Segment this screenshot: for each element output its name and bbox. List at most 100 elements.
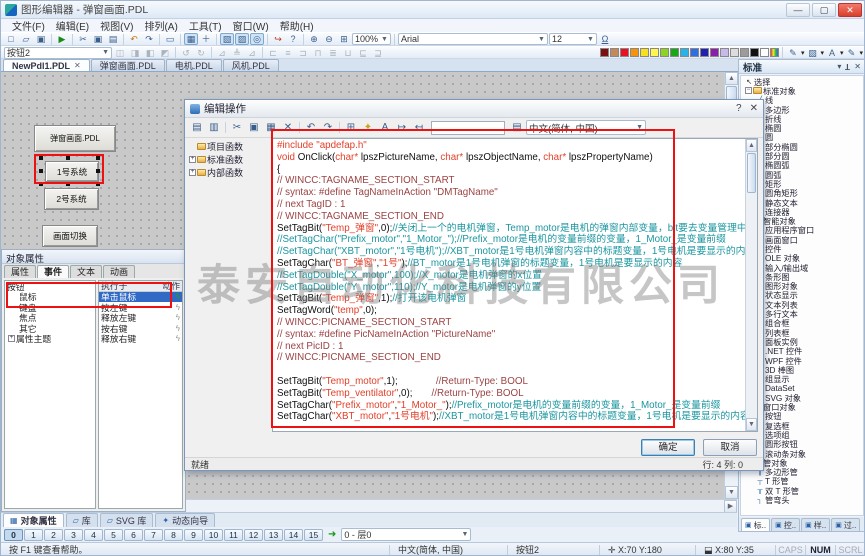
menu-item[interactable]: 窗口(W) bbox=[228, 18, 274, 33]
color-swatch[interactable] bbox=[600, 48, 609, 57]
color-swatch[interactable] bbox=[620, 48, 629, 57]
dialog-title-bar[interactable]: 编辑操作 ? ✕ bbox=[185, 100, 763, 118]
selection-handle[interactable] bbox=[39, 169, 43, 173]
palette-tab[interactable]: ▣样.. bbox=[801, 518, 830, 531]
scroll-down-icon[interactable]: ▼ bbox=[746, 418, 757, 431]
same-width-icon[interactable]: ⊑ bbox=[356, 47, 370, 59]
palette-item-管弯头[interactable]: ┐管弯头 bbox=[741, 495, 863, 504]
chevron-down-icon[interactable]: ▾ bbox=[837, 62, 841, 71]
apply-icon[interactable]: ▤ bbox=[509, 120, 525, 135]
palette-tab[interactable]: ▣标.. bbox=[741, 518, 770, 531]
panel-tab[interactable]: ▱SVG 库 bbox=[100, 513, 154, 527]
object-select[interactable]: 按钮2▼ bbox=[4, 47, 112, 59]
expand-icon[interactable]: + bbox=[8, 335, 15, 342]
align-top-icon[interactable]: ⊓ bbox=[311, 47, 325, 59]
color-swatch[interactable] bbox=[630, 48, 639, 57]
font-select[interactable]: Arial▼ bbox=[398, 33, 548, 45]
layer-button[interactable]: 12 bbox=[244, 529, 263, 541]
palette-item-选择[interactable]: ↖选择 bbox=[741, 77, 863, 86]
cut-icon[interactable]: ✂ bbox=[229, 120, 245, 135]
tab-属性[interactable]: 属性 bbox=[4, 265, 36, 278]
color-swatch[interactable] bbox=[670, 48, 679, 57]
char-icon[interactable]: A bbox=[377, 120, 393, 135]
action-lightning-icon[interactable]: ϟ bbox=[176, 303, 180, 312]
goto-out-icon[interactable]: ↤ bbox=[411, 120, 427, 135]
palette-tab[interactable]: ▣控.. bbox=[771, 518, 800, 531]
color-swatch[interactable] bbox=[740, 48, 749, 57]
panel-tab[interactable]: ▦对象属性 bbox=[3, 513, 64, 527]
zoom-window-icon[interactable]: ⊞ bbox=[337, 33, 351, 45]
scripts-icon[interactable]: ▥ bbox=[206, 120, 222, 135]
color-swatch[interactable] bbox=[690, 48, 699, 57]
selection-handle[interactable] bbox=[66, 182, 70, 186]
tag-browser-icon[interactable]: ⊞ bbox=[343, 120, 359, 135]
help-icon[interactable]: ? bbox=[286, 33, 300, 45]
line-color-tool[interactable]: ✎ bbox=[786, 47, 800, 59]
align-right-icon[interactable]: ⊐ bbox=[296, 47, 310, 59]
tab-动画[interactable]: 动画 bbox=[103, 265, 135, 278]
palette-item-T 形管[interactable]: ┬T 形管 bbox=[741, 477, 863, 486]
code-scrollbar[interactable]: ▲ ▼ bbox=[745, 139, 757, 431]
menu-item[interactable]: 编辑(E) bbox=[51, 18, 94, 33]
color-swatch[interactable] bbox=[610, 48, 619, 57]
expand-icon[interactable]: + bbox=[189, 169, 196, 176]
copy-icon[interactable]: ▣ bbox=[91, 33, 105, 45]
zoom-select[interactable]: 100%▼ bbox=[352, 33, 391, 45]
fill-object-icon[interactable]: ◫ bbox=[113, 47, 127, 59]
new-icon[interactable]: □ bbox=[4, 33, 18, 45]
selection-handle[interactable] bbox=[39, 156, 43, 160]
cancel-button[interactable]: 取消 bbox=[703, 439, 757, 456]
document-tab[interactable]: NewPdl1.PDL✕ bbox=[3, 59, 90, 71]
camera-icon[interactable]: ◎ bbox=[250, 33, 264, 45]
close-button[interactable]: ✕ bbox=[838, 3, 862, 17]
align-middle-icon[interactable]: ≣ bbox=[326, 47, 340, 59]
shadow-icon[interactable]: ◩ bbox=[158, 47, 172, 59]
same-height-icon[interactable]: ⊒ bbox=[371, 47, 385, 59]
layer-button[interactable]: 4 bbox=[84, 529, 103, 541]
layer-button[interactable]: 6 bbox=[124, 529, 143, 541]
action-lightning-icon[interactable]: ϟ bbox=[176, 334, 180, 343]
chevron-down-icon[interactable]: ▾ bbox=[801, 49, 805, 57]
color-swatch[interactable] bbox=[700, 48, 709, 57]
text-flip-icon[interactable]: ⊿ bbox=[245, 47, 259, 59]
selection-handle[interactable] bbox=[66, 156, 70, 160]
pin-icon[interactable]: T bbox=[845, 62, 850, 71]
font-size-select[interactable]: 12▼ bbox=[549, 33, 597, 45]
menu-item[interactable]: 工具(T) bbox=[184, 18, 227, 33]
zoom-in-icon[interactable]: ⊕ bbox=[307, 33, 321, 45]
rotate-left-icon[interactable]: ↺ bbox=[179, 47, 193, 59]
undo-icon[interactable]: ↶ bbox=[303, 120, 319, 135]
font-color-tool[interactable]: A bbox=[825, 47, 839, 59]
document-tab[interactable]: 电机.PDL bbox=[166, 59, 222, 71]
language-select[interactable]: 中文(简体, 中国)▼ bbox=[526, 120, 646, 135]
canvas-button[interactable]: 画面切换 bbox=[42, 225, 98, 247]
dialog-close-icon[interactable]: ✕ bbox=[750, 103, 758, 114]
minimize-button[interactable]: — bbox=[786, 3, 810, 17]
function-group[interactable]: 项目函数 bbox=[188, 140, 270, 153]
tab-事件[interactable]: 事件 bbox=[37, 265, 69, 278]
menu-item[interactable]: 视图(V) bbox=[95, 18, 138, 33]
selection-handle[interactable] bbox=[96, 169, 100, 173]
scroll-down-icon[interactable]: ▼ bbox=[725, 486, 738, 499]
canvas-button[interactable]: 2号系统 bbox=[44, 188, 99, 210]
action-lightning-icon[interactable]: ϟ bbox=[176, 324, 180, 333]
menu-item[interactable]: 文件(F) bbox=[7, 18, 50, 33]
canvas-button[interactable]: 弹窗画面.PDL bbox=[34, 125, 116, 152]
align-left-icon[interactable]: ⊏ bbox=[266, 47, 280, 59]
selection-handle[interactable] bbox=[96, 182, 100, 186]
collapse-icon[interactable]: − bbox=[745, 87, 752, 94]
layer-button[interactable]: 10 bbox=[204, 529, 223, 541]
function-group[interactable]: +内部函数 bbox=[188, 166, 270, 179]
color-swatch[interactable] bbox=[750, 48, 759, 57]
scroll-up-icon[interactable]: ▲ bbox=[725, 72, 738, 85]
color-swatch[interactable] bbox=[720, 48, 729, 57]
layer-button[interactable]: 0 bbox=[4, 529, 23, 541]
redo-icon[interactable]: ↷ bbox=[142, 33, 156, 45]
goto-in-icon[interactable]: ↦ bbox=[394, 120, 410, 135]
run-icon[interactable]: ▶ bbox=[55, 33, 69, 45]
close-palette-icon[interactable]: ✕ bbox=[854, 62, 861, 71]
code-editor[interactable]: #include "apdefap.h"void OnClick(char* l… bbox=[272, 138, 758, 432]
layer-button[interactable]: 3 bbox=[64, 529, 83, 541]
color-swatch[interactable] bbox=[760, 48, 769, 57]
redo-icon[interactable]: ↷ bbox=[320, 120, 336, 135]
